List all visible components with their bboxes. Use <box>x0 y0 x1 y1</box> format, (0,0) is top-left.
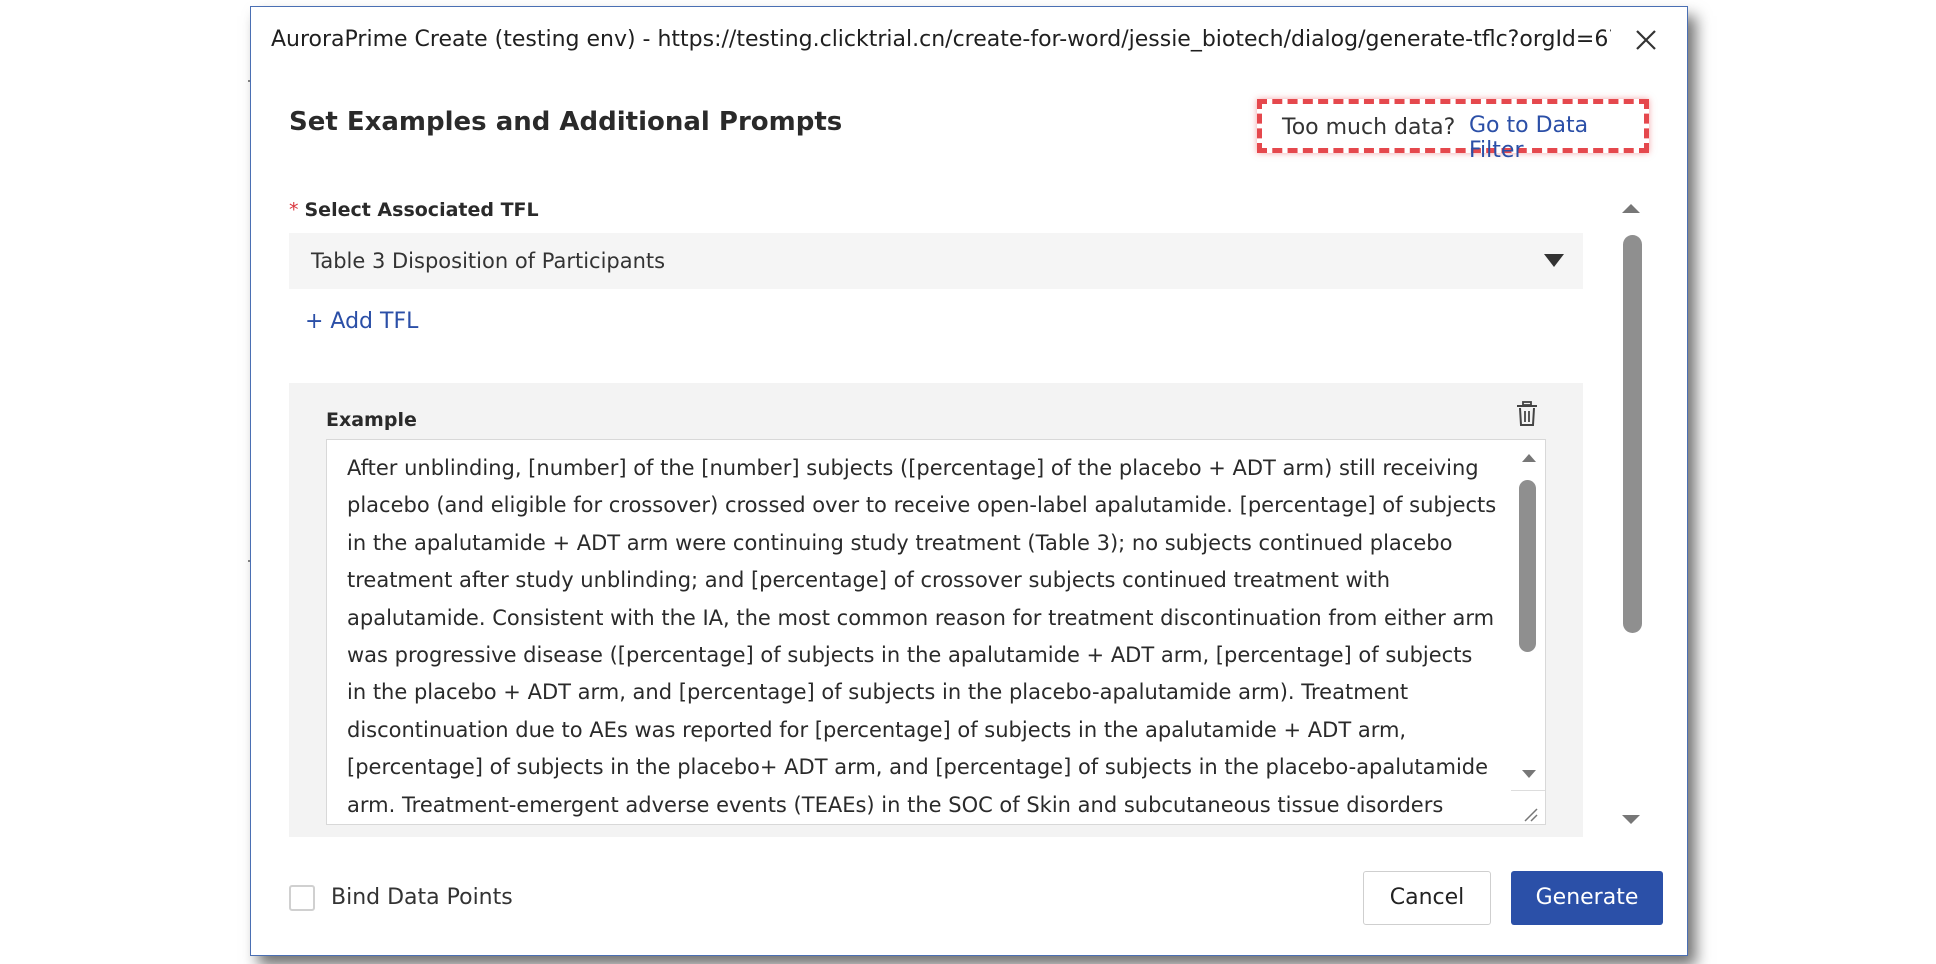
scroll-up-icon[interactable] <box>1521 452 1537 464</box>
close-icon <box>1636 30 1656 50</box>
page-title: Set Examples and Additional Prompts <box>289 107 843 137</box>
tfl-label-text: Select Associated TFL <box>304 199 539 221</box>
dialog-scroll-thumb[interactable] <box>1623 235 1642 633</box>
bind-data-points-label[interactable]: Bind Data Points <box>331 885 513 910</box>
close-button[interactable] <box>1631 25 1661 55</box>
tfl-field-label: * Select Associated TFL <box>289 199 539 221</box>
resize-handle[interactable] <box>1511 790 1545 824</box>
generate-dialog: AuroraPrime Create (testing env) - https… <box>250 6 1688 956</box>
example-panel: Example After unblinding, [number] of th… <box>289 383 1583 837</box>
tfl-select-value: Table 3 Disposition of Participants <box>311 249 666 273</box>
cancel-button[interactable]: Cancel <box>1363 871 1491 925</box>
tfl-select[interactable]: Table 3 Disposition of Participants <box>289 233 1583 289</box>
bind-data-points-checkbox[interactable] <box>289 885 315 911</box>
caret-down-icon <box>1544 254 1564 267</box>
textarea-scroll-thumb[interactable] <box>1519 480 1536 652</box>
dialog-titlebar: AuroraPrime Create (testing env) - https… <box>251 7 1687 69</box>
generate-button[interactable]: Generate <box>1511 871 1663 925</box>
resize-grip-icon <box>1524 808 1538 822</box>
form-scroll-area: * Select Associated TFL Table 3 Dispositi… <box>289 187 1623 837</box>
example-textarea[interactable]: After unblinding, [number] of the [numbe… <box>326 439 1546 825</box>
scroll-up-icon[interactable] <box>1621 203 1641 215</box>
dialog-scrollbar[interactable] <box>1611 193 1651 833</box>
dialog-title: AuroraPrime Create (testing env) - https… <box>271 27 1611 52</box>
data-filter-hint: Too much data? Go to Data Filter <box>1257 99 1649 163</box>
example-label: Example <box>326 409 417 431</box>
example-text: After unblinding, [number] of the [numbe… <box>347 456 1497 817</box>
add-tfl-button[interactable]: + Add TFL <box>305 309 418 334</box>
hint-question: Too much data? <box>1282 115 1456 140</box>
delete-example-button[interactable] <box>1515 401 1539 431</box>
scroll-down-icon[interactable] <box>1621 813 1641 825</box>
trash-icon <box>1517 401 1537 426</box>
textarea-scrollbar[interactable] <box>1511 440 1545 824</box>
required-mark: * <box>289 199 299 221</box>
scroll-down-icon[interactable] <box>1521 768 1537 780</box>
go-to-data-filter-link[interactable]: Go to Data Filter <box>1469 113 1644 163</box>
